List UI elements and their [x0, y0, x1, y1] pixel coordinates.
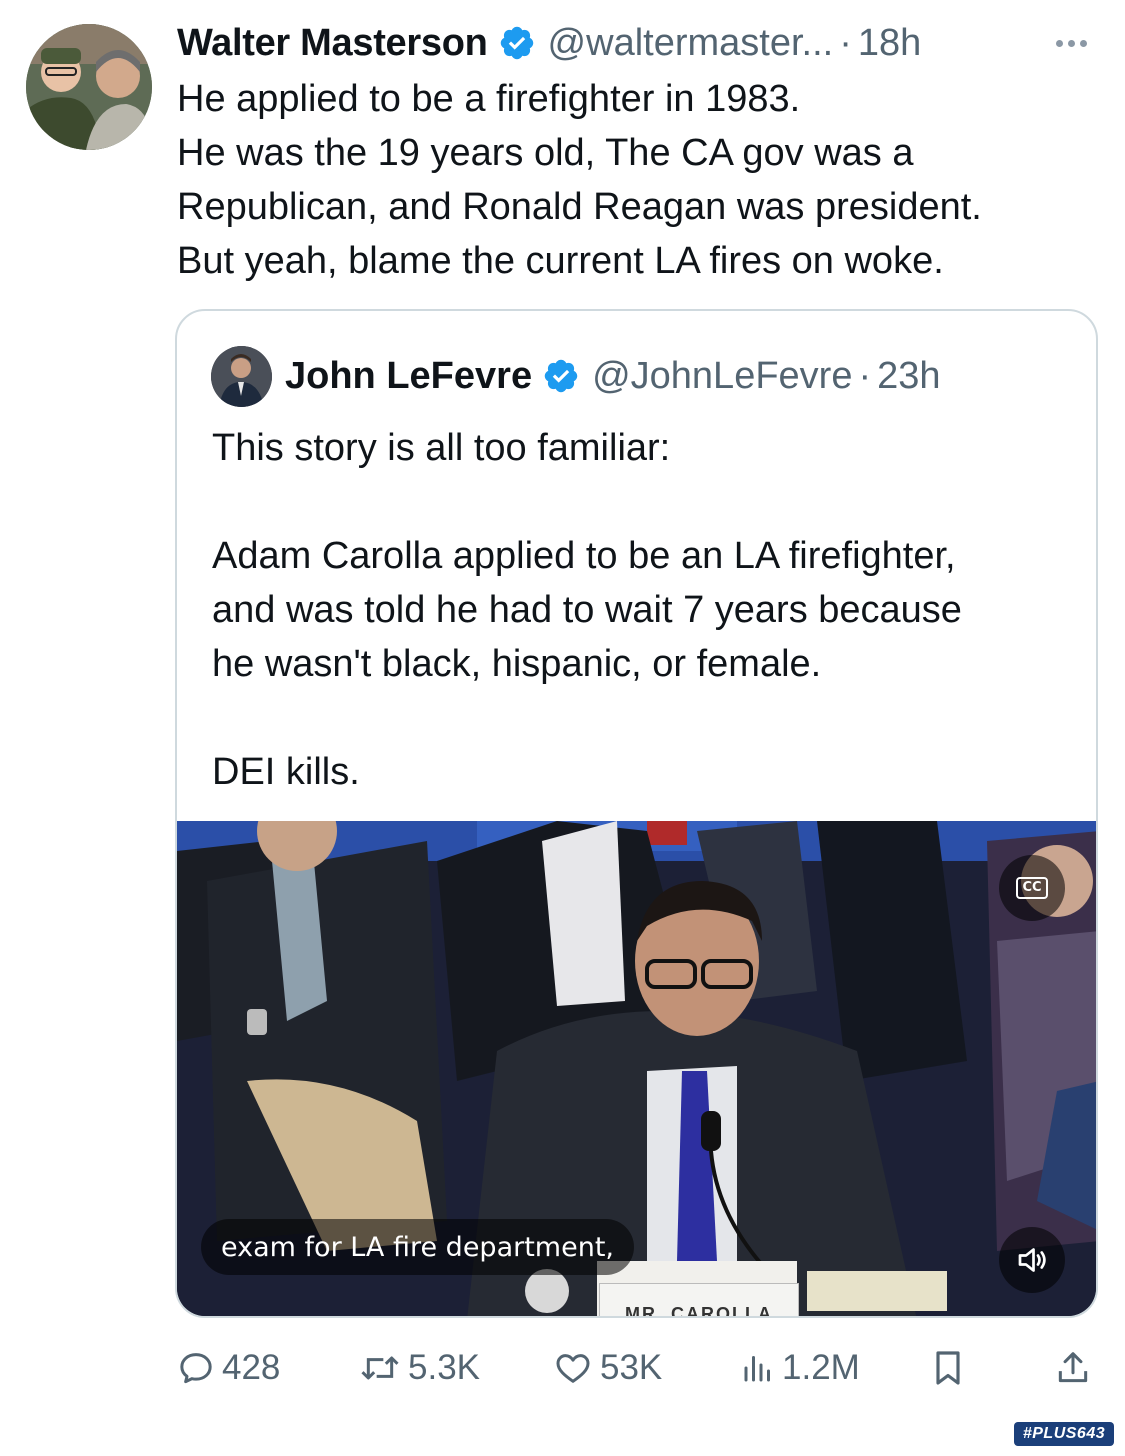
- repost-icon: [361, 1356, 399, 1380]
- video-caption: exam for LA fire department,: [201, 1219, 634, 1275]
- reply-button[interactable]: 428: [176, 1340, 280, 1396]
- quote-text: This story is all too familiar: Adam Car…: [212, 421, 1082, 799]
- quote-text-line: [212, 691, 1082, 745]
- quote-text-line: Adam Carolla applied to be an LA firefig…: [212, 535, 956, 577]
- views-icon: [744, 1356, 770, 1382]
- share-icon: [1058, 1352, 1088, 1383]
- quote-text-line: and was told he had to wait 7 years beca…: [212, 589, 962, 631]
- verified-badge-icon: [544, 359, 578, 393]
- quote-text-line: he wasn't black, hispanic, or female.: [212, 643, 822, 685]
- quote-text-line: This story is all too familiar:: [212, 427, 671, 469]
- avatar-image: [26, 24, 152, 150]
- tweet-time[interactable]: 18h: [858, 22, 921, 65]
- author-avatar[interactable]: [26, 24, 152, 150]
- tweet-text-line: Republican, and Ronald Reagan was presid…: [177, 186, 982, 228]
- repost-button[interactable]: 5.3K: [358, 1340, 480, 1396]
- like-count: 53K: [600, 1348, 663, 1387]
- action-bar: 428 5.3K 53K 1.2M: [176, 1340, 1096, 1396]
- volume-icon: [1018, 1248, 1046, 1272]
- quoted-tweet[interactable]: John LeFevre @JohnLeFevre · 23h This sto…: [175, 309, 1098, 1318]
- tweet-text-line: But yeah, blame the current LA fires on …: [177, 240, 944, 282]
- like-icon: [556, 1354, 590, 1383]
- quote-text-line: DEI kills.: [212, 751, 360, 793]
- tweet-text: He applied to be a firefighter in 1983. …: [177, 72, 1107, 288]
- quote-time[interactable]: 23h: [877, 355, 940, 398]
- tweet-header: Walter Masterson @waltermaster... · 18h: [177, 18, 1107, 68]
- quote-header: John LeFevre @JohnLeFevre · 23h: [285, 351, 941, 401]
- avatar-image: [211, 346, 272, 407]
- quote-author-name[interactable]: John LeFevre: [285, 355, 532, 398]
- repost-count: 5.3K: [408, 1348, 480, 1387]
- quote-author-handle[interactable]: @JohnLeFevre: [592, 355, 852, 398]
- views-count: 1.2M: [782, 1348, 860, 1387]
- reply-count: 428: [222, 1348, 281, 1387]
- video-player[interactable]: CC exam for LA fire department, MR. CARO…: [177, 821, 1096, 1316]
- cc-button[interactable]: CC: [999, 855, 1065, 921]
- verified-badge-icon: [500, 26, 533, 60]
- reply-icon: [180, 1353, 212, 1384]
- nameplate: MR. CAROLLA: [599, 1283, 799, 1316]
- watermark-logo: #PLUS643: [1014, 1422, 1114, 1446]
- quote-text-line: [212, 475, 1082, 529]
- volume-button[interactable]: [999, 1227, 1065, 1293]
- cc-icon: CC: [1016, 877, 1048, 899]
- bookmark-icon: [936, 1351, 960, 1385]
- like-button[interactable]: 53K: [552, 1340, 662, 1396]
- separator: ·: [858, 354, 872, 397]
- more-icon[interactable]: [1056, 18, 1087, 68]
- views-button[interactable]: 1.2M: [740, 1340, 860, 1396]
- bookmark-button[interactable]: [928, 1340, 968, 1396]
- tweet-text-line: He applied to be a firefighter in 1983.: [177, 78, 801, 120]
- share-button[interactable]: [1054, 1340, 1092, 1396]
- author-handle[interactable]: @waltermaster...: [548, 22, 834, 65]
- author-name[interactable]: Walter Masterson: [177, 22, 488, 65]
- separator: ·: [839, 21, 852, 64]
- tweet-text-line: He was the 19 years old, The CA gov was …: [177, 132, 914, 174]
- quote-author-avatar[interactable]: [211, 346, 272, 407]
